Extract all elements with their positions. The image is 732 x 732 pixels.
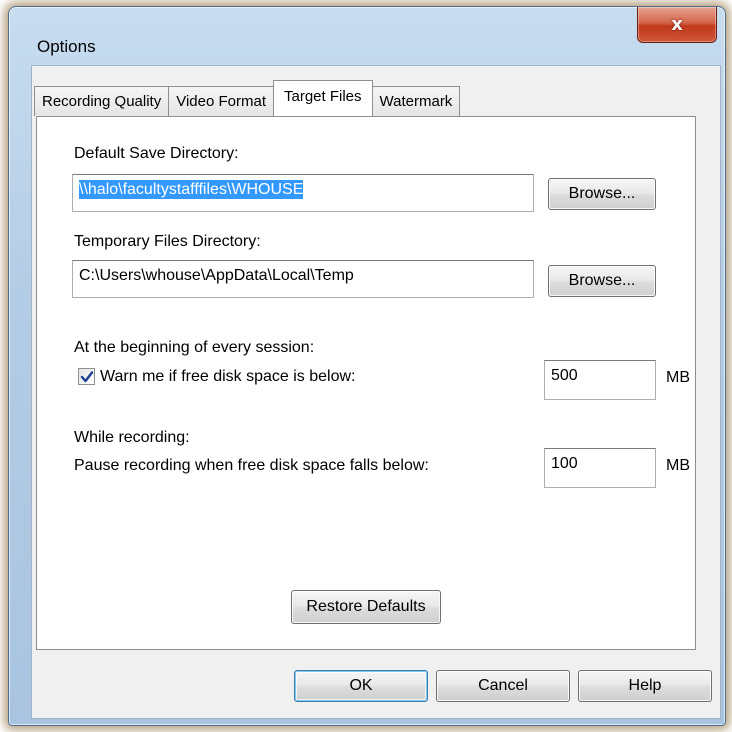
session-heading: At the beginning of every session:	[74, 339, 315, 356]
browse-temporary-files-button[interactable]: Browse...	[548, 265, 656, 297]
warn-disk-space-value: 500	[551, 367, 578, 384]
default-save-directory-value: \\halo\facultystafffiles\WHOUSE	[79, 180, 304, 199]
browse-default-save-button[interactable]: Browse...	[548, 178, 656, 210]
tab-watermark[interactable]: Watermark	[371, 86, 461, 116]
temporary-files-directory-input[interactable]: C:\Users\whouse\AppData\Local\Temp	[72, 260, 534, 298]
tab-recording-quality[interactable]: Recording Quality	[34, 86, 170, 116]
window-title: Options	[37, 37, 96, 56]
tab-strip: Recording Quality Video Format Target Fi…	[34, 80, 461, 116]
pause-recording-input[interactable]: 100	[544, 448, 656, 488]
ok-button[interactable]: OK	[294, 670, 428, 702]
temporary-files-directory-value: C:\Users\whouse\AppData\Local\Temp	[79, 267, 354, 284]
warn-disk-space-unit: MB	[666, 369, 690, 386]
default-save-directory-input[interactable]: \\halo\facultystafffiles\WHOUSE	[72, 174, 534, 212]
help-button[interactable]: Help	[578, 670, 712, 702]
restore-defaults-button[interactable]: Restore Defaults	[291, 590, 441, 624]
default-save-directory-label: Default Save Directory:	[74, 145, 239, 162]
warn-disk-space-input[interactable]: 500	[544, 360, 656, 400]
close-icon: x	[671, 13, 683, 35]
title-bar[interactable]: Options x	[9, 7, 725, 56]
pause-recording-label: Pause recording when free disk space fal…	[74, 457, 429, 474]
pause-recording-value: 100	[551, 455, 578, 472]
temporary-files-directory-label: Temporary Files Directory:	[74, 233, 261, 250]
pause-recording-unit: MB	[666, 457, 690, 474]
cancel-button[interactable]: Cancel	[436, 670, 570, 702]
warn-disk-space-label: Warn me if free disk space is below:	[100, 368, 356, 385]
tab-video-format[interactable]: Video Format	[168, 86, 274, 116]
recording-heading: While recording:	[74, 429, 190, 446]
checkmark-icon	[80, 371, 94, 383]
tab-target-files[interactable]: Target Files	[273, 80, 373, 116]
warn-disk-space-checkbox[interactable]	[78, 368, 95, 385]
close-button[interactable]: x	[637, 7, 717, 43]
